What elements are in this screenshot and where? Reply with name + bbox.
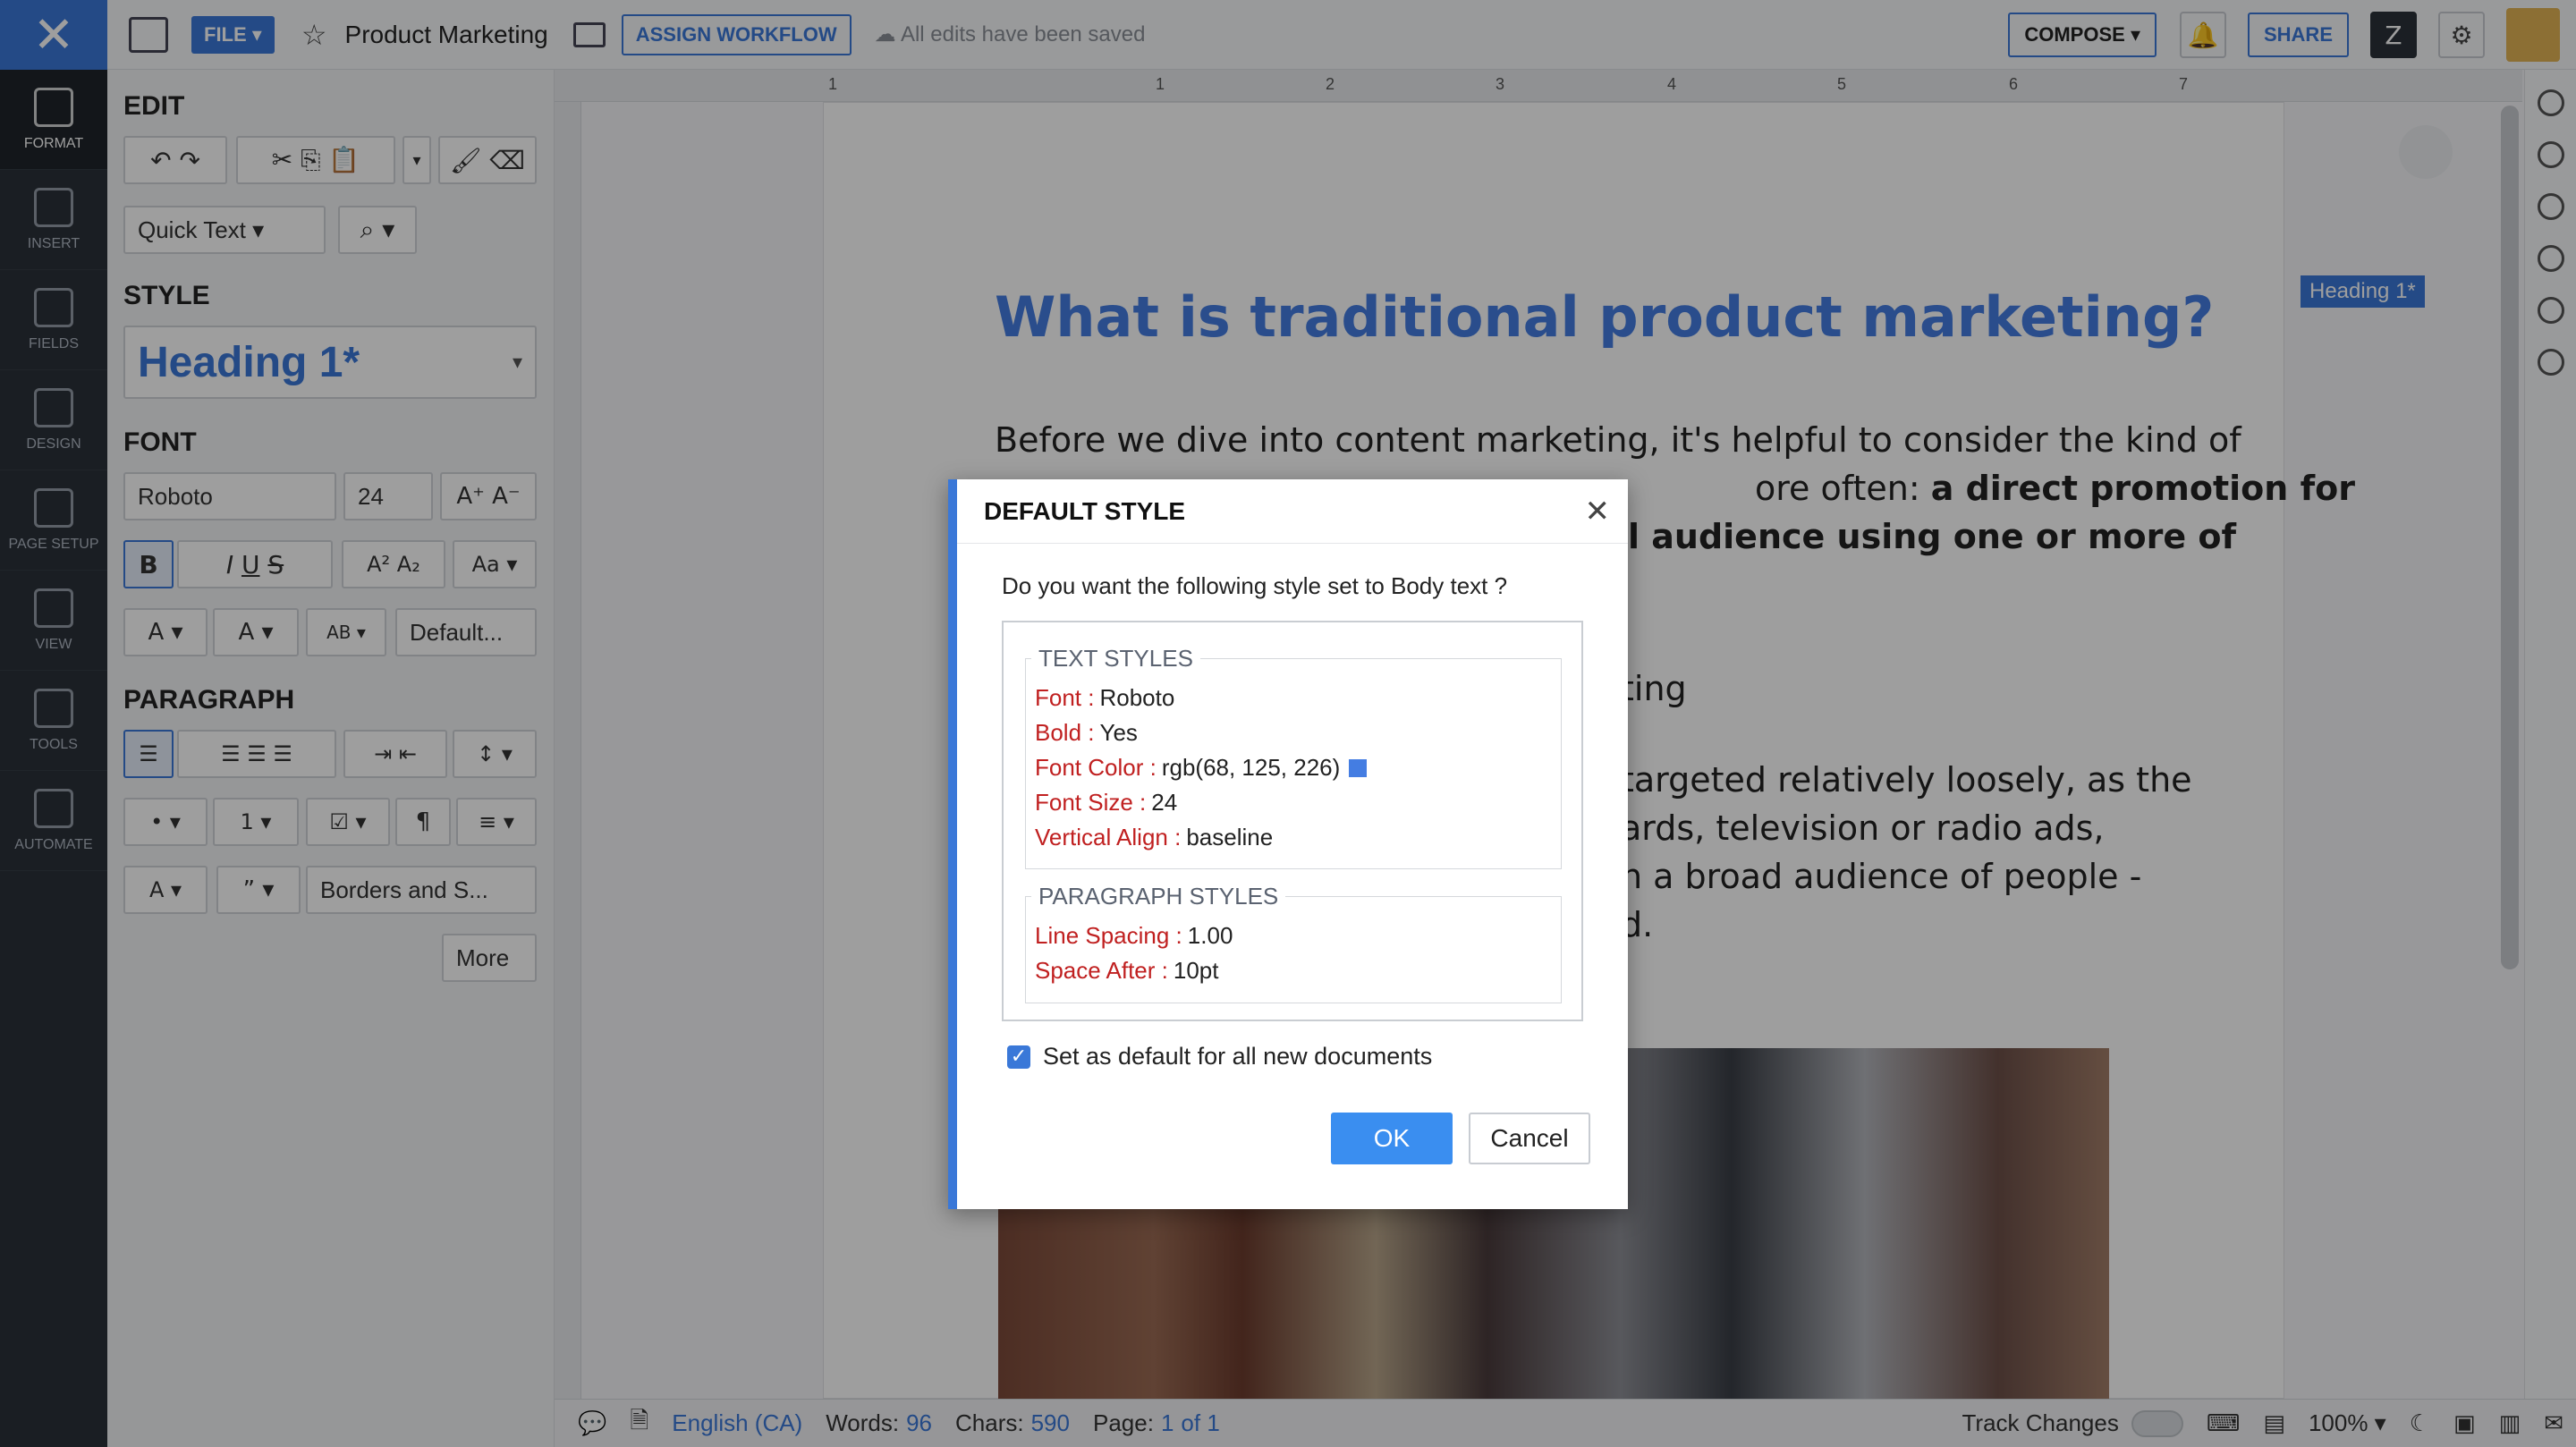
style-summary-box: TEXT STYLES Font : Roboto Bold : Yes Font …	[1002, 621, 1583, 1021]
dialog-header: DEFAULT STYLE ✕	[957, 479, 1628, 544]
style-row: Font Color : rgb(68, 125, 226)	[1035, 750, 1561, 785]
style-row: Line Spacing :1.00	[1035, 922, 1233, 949]
dialog-question: Do you want the following style set to B…	[1002, 572, 1508, 599]
color-swatch	[1349, 758, 1368, 777]
style-row: Font Size :24	[1035, 789, 1178, 816]
style-row: Space After :10pt	[1035, 957, 1219, 984]
paragraph-styles-group: PARAGRAPH STYLES Line Spacing :1.00 Spac…	[1025, 883, 1562, 1003]
style-row: Bold : Yes	[1035, 719, 1138, 746]
cancel-button[interactable]: Cancel	[1469, 1113, 1590, 1164]
paragraph-styles-legend: PARAGRAPH STYLES	[1031, 883, 1286, 910]
close-icon[interactable]: ✕	[1585, 494, 1611, 529]
ok-button[interactable]: OK	[1331, 1113, 1453, 1164]
default-checkbox-row[interactable]: ✓ Set as default for all new documents	[1007, 1043, 1432, 1070]
dialog-title: DEFAULT STYLE	[984, 496, 1186, 525]
style-row: Vertical Align : baseline	[1035, 824, 1274, 850]
text-styles-group: TEXT STYLES Font : Roboto Bold : Yes Font …	[1025, 645, 1562, 869]
default-checkbox[interactable]: ✓	[1007, 1045, 1030, 1069]
style-row: Font : Roboto	[1035, 684, 1175, 711]
default-style-dialog: DEFAULT STYLE ✕ Do you want the followin…	[948, 479, 1628, 1209]
default-checkbox-label[interactable]: Set as default for all new documents	[1043, 1043, 1432, 1070]
text-styles-legend: TEXT STYLES	[1031, 645, 1200, 673]
